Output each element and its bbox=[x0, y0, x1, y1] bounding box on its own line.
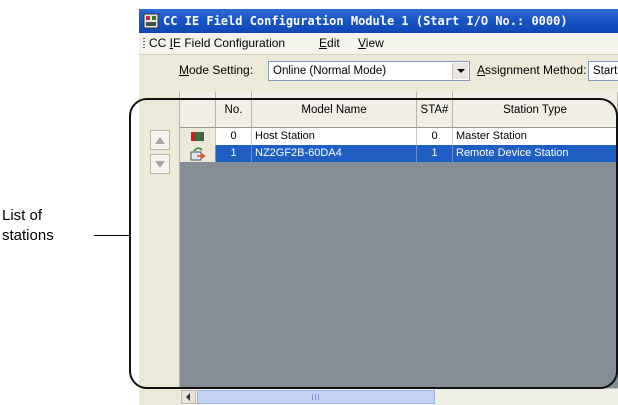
scroll-left-button[interactable] bbox=[181, 390, 196, 404]
toolbar: Mode Setting: Online (Normal Mode) Assig… bbox=[139, 55, 618, 87]
window-title: CC IE Field Configuration Module 1 (Star… bbox=[163, 14, 568, 28]
annotation-line-2: stations bbox=[2, 227, 54, 244]
annotation-label: List of stations bbox=[2, 206, 92, 246]
mode-setting-select[interactable]: Online (Normal Mode) bbox=[268, 61, 470, 81]
menu-cc-ie-field-configuration[interactable]: CC IE Field Configuration bbox=[149, 33, 285, 54]
annotation-line-1: List of bbox=[2, 207, 43, 224]
horizontal-scrollbar[interactable] bbox=[180, 388, 618, 405]
mode-setting-value: Online (Normal Mode) bbox=[273, 65, 387, 77]
chevron-down-icon[interactable] bbox=[452, 63, 468, 79]
menu-edit[interactable]: Edit bbox=[319, 33, 340, 54]
assignment-method-label: Assignment Method: bbox=[477, 63, 587, 77]
scroll-thumb[interactable] bbox=[197, 390, 435, 404]
title-bar: CC IE Field Configuration Module 1 (Star… bbox=[139, 9, 618, 33]
assignment-method-value: Start bbox=[593, 65, 618, 77]
station-list-callout-outline bbox=[129, 98, 618, 389]
assignment-method-select[interactable]: Start bbox=[588, 61, 618, 81]
menu-grip bbox=[143, 38, 145, 49]
app-icon bbox=[143, 13, 159, 29]
mode-setting-label: Mode Setting: bbox=[179, 63, 254, 77]
menu-bar: CC IE Field Configuration Edit View bbox=[139, 33, 618, 55]
menu-view[interactable]: View bbox=[358, 33, 384, 54]
grip-icon bbox=[312, 394, 320, 400]
annotation-pointer-line bbox=[94, 235, 130, 236]
